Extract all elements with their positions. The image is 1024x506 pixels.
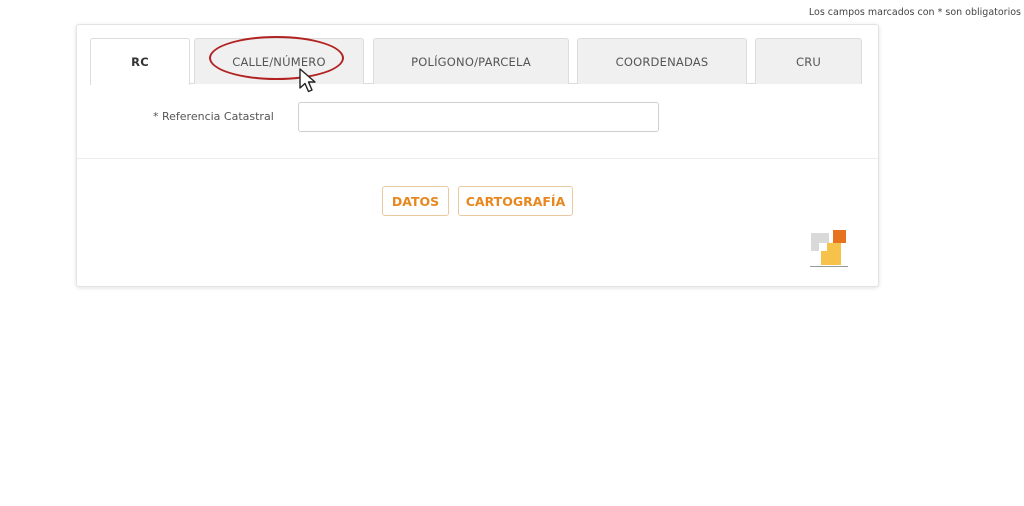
tab-coordenadas-label: COORDENADAS bbox=[615, 54, 709, 69]
tab-rc-label: RC bbox=[131, 55, 149, 69]
panel-divider bbox=[77, 158, 878, 159]
tab-poligono-parcela[interactable]: POLÍGONO/PARCELA bbox=[373, 38, 569, 84]
cartografia-button-label: CARTOGRAFÍA bbox=[465, 193, 566, 209]
tab-calle-numero[interactable]: CALLE/NÚMERO bbox=[194, 38, 364, 84]
tab-rc[interactable]: RC bbox=[90, 38, 190, 85]
tab-coordenadas[interactable]: COORDENADAS bbox=[577, 38, 747, 84]
referencia-catastral-label: * Referencia Catastral bbox=[153, 110, 274, 123]
mouse-pointer-icon bbox=[299, 68, 316, 93]
referencia-catastral-input[interactable] bbox=[298, 102, 659, 132]
datos-button-label: DATOS bbox=[391, 193, 440, 209]
datos-button[interactable]: DATOS bbox=[382, 186, 449, 216]
cartografia-button[interactable]: CARTOGRAFÍA bbox=[458, 186, 573, 216]
required-fields-note: Los campos marcados con * son obligatori… bbox=[808, 7, 1021, 18]
tab-cru-label: CRU bbox=[795, 54, 822, 69]
tab-calle-numero-label: CALLE/NÚMERO bbox=[232, 54, 326, 69]
catastro-logo-icon bbox=[810, 230, 848, 267]
tab-cru[interactable]: CRU bbox=[755, 38, 862, 84]
search-tabs: RC CALLE/NÚMERO POLÍGONO/PARCELA COORDEN… bbox=[90, 38, 862, 85]
search-panel: RC CALLE/NÚMERO POLÍGONO/PARCELA COORDEN… bbox=[76, 24, 879, 287]
tab-poligono-parcela-label: POLÍGONO/PARCELA bbox=[411, 54, 531, 69]
referencia-catastral-row: * Referencia Catastral bbox=[77, 101, 878, 133]
